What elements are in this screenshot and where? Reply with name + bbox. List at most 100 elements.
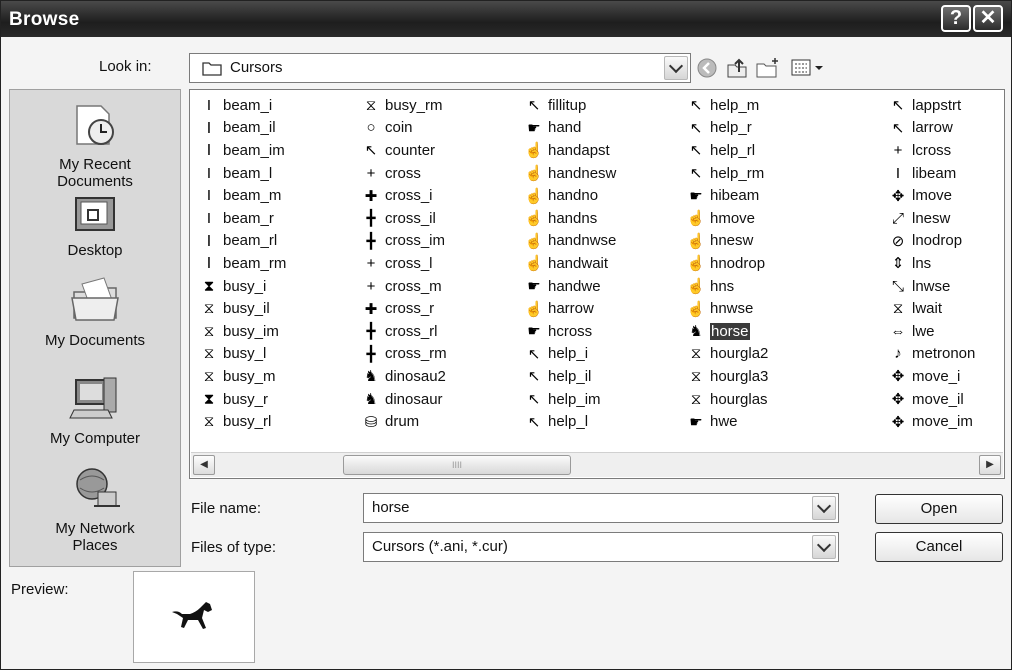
file-item-beam-l[interactable]: Ibeam_l bbox=[198, 162, 286, 185]
file-item-hnesw[interactable]: ☝ hnesw bbox=[685, 230, 768, 253]
file-item-help-l[interactable]: ↖ help_l bbox=[523, 410, 616, 433]
new-folder-icon[interactable] bbox=[755, 56, 781, 85]
file-item-larrow[interactable]: ↖ larrow bbox=[887, 117, 975, 140]
file-item-busy-i[interactable]: ⧗ busy_i bbox=[198, 275, 286, 298]
file-item-cross-r[interactable]: ✚ cross_r bbox=[360, 297, 447, 320]
open-button[interactable]: Open bbox=[875, 494, 1003, 524]
file-item-busy-l[interactable]: ⧖ busy_l bbox=[198, 343, 286, 366]
help-button[interactable]: ? bbox=[941, 5, 971, 32]
close-button[interactable]: ✕ bbox=[973, 5, 1003, 32]
chevron-down-icon[interactable] bbox=[812, 496, 836, 520]
file-item-beam-m[interactable]: Ibeam_m bbox=[198, 184, 286, 207]
scrollbar-thumb[interactable]: IIII bbox=[343, 455, 571, 475]
file-item-hourgla2[interactable]: ⧖ hourgla2 bbox=[685, 343, 769, 366]
file-item-beam-rm[interactable]: Ⅰbeam_rm bbox=[198, 252, 287, 275]
file-item-beam-rl[interactable]: Ⅰbeam_rl bbox=[198, 230, 286, 253]
file-item-handns[interactable]: ☝ handns bbox=[523, 207, 616, 230]
file-item-hourgla3[interactable]: ⧖ hourgla3 bbox=[685, 365, 769, 388]
file-item-help-im[interactable]: ↖ help_im bbox=[523, 388, 616, 411]
file-item-hmove[interactable]: ☝ hmove bbox=[685, 207, 768, 230]
file-item-cross-rm[interactable]: ╋ cross_rm bbox=[360, 343, 446, 366]
scroll-left-button[interactable]: ◀ bbox=[193, 455, 215, 475]
file-item-busy-rm[interactable]: ⧖ busy_rm bbox=[360, 94, 447, 117]
file-item-handwait[interactable]: ☝ handwait bbox=[523, 252, 616, 275]
up-folder-icon[interactable] bbox=[725, 56, 749, 85]
file-item-hcross[interactable]: ☛ hcross bbox=[523, 320, 616, 343]
file-item-metronon[interactable]: ♪ metronon bbox=[887, 343, 975, 366]
chevron-down-icon[interactable] bbox=[664, 56, 688, 80]
file-item-lappstrt[interactable]: ↖ lappstrt bbox=[887, 94, 975, 117]
file-item-beam-il[interactable]: Ⅰbeam_il bbox=[198, 117, 286, 140]
view-menu-icon[interactable] bbox=[791, 58, 825, 83]
file-item-help-rl[interactable]: ↖ help_rl bbox=[685, 139, 768, 162]
file-item-lwait[interactable]: ⧖ lwait bbox=[887, 297, 975, 320]
file-item-lnwse[interactable]: ⤡ lnwse bbox=[887, 275, 975, 298]
file-item-handno[interactable]: ☝ handno bbox=[523, 184, 616, 207]
place-my-documents[interactable]: My Documents bbox=[10, 274, 180, 349]
file-item-fillitup[interactable]: ↖ fillitup bbox=[523, 94, 616, 117]
file-item-harrow[interactable]: ☝ harrow bbox=[523, 297, 616, 320]
file-item-beam-r[interactable]: Ibeam_r bbox=[198, 207, 286, 230]
file-item-busy-im[interactable]: ⧖ busy_im bbox=[198, 320, 286, 343]
file-item-busy-m[interactable]: ⧖ busy_m bbox=[198, 365, 286, 388]
file-item-counter[interactable]: ↖ counter bbox=[360, 139, 447, 162]
place-recent-documents[interactable]: My Recent Documents bbox=[10, 102, 180, 190]
horizontal-scrollbar[interactable]: ◀ IIII ▶ bbox=[191, 452, 1003, 477]
file-item-help-rm[interactable]: ↖ help_rm bbox=[685, 162, 768, 185]
file-name-input[interactable]: horse bbox=[363, 493, 839, 523]
file-item-libeam[interactable]: Ilibeam bbox=[887, 162, 975, 185]
file-item-move-il[interactable]: ✥ move_il bbox=[887, 388, 975, 411]
file-item-lnesw[interactable]: ⤢ lnesw bbox=[887, 207, 975, 230]
file-item-cross-im[interactable]: ╋ cross_im bbox=[360, 230, 447, 253]
file-item-cross[interactable]: + cross bbox=[360, 162, 447, 185]
file-item-busy-rl[interactable]: ⧖ busy_rl bbox=[198, 410, 286, 433]
cancel-button[interactable]: Cancel bbox=[875, 532, 1003, 562]
file-item-help-r[interactable]: ↖ help_r bbox=[685, 117, 768, 140]
file-item-hourglas[interactable]: ⧖ hourglas bbox=[685, 388, 768, 411]
file-item-help-il[interactable]: ↖ help_il bbox=[523, 365, 616, 388]
file-item-cross-rl[interactable]: ╋ cross_rl bbox=[360, 320, 447, 343]
file-item-cross-il[interactable]: ╋ cross_il bbox=[360, 207, 447, 230]
place-my-computer[interactable]: My Computer bbox=[10, 374, 180, 447]
file-item-hand[interactable]: ☛ hand bbox=[523, 117, 616, 140]
file-list[interactable]: Ibeam_i Ⅰbeam_il Ⅰbeam_im Ibeam_l Ibeam_m Ibe… bbox=[189, 89, 1005, 479]
file-item-dinosaur[interactable]: ♞ dinosaur bbox=[360, 388, 447, 411]
chevron-down-icon[interactable] bbox=[812, 535, 836, 559]
file-item-hwe[interactable]: ☛ hwe bbox=[685, 410, 768, 433]
file-item-hibeam[interactable]: ☛ hibeam bbox=[685, 184, 768, 207]
file-item-help-i[interactable]: ↖ help_i bbox=[523, 343, 616, 366]
scroll-right-button[interactable]: ▶ bbox=[979, 455, 1001, 475]
place-network-places[interactable]: My Network Places bbox=[10, 466, 180, 554]
file-item-cross-i[interactable]: ✚ cross_i bbox=[360, 184, 447, 207]
file-item-handnesw[interactable]: ☝ handnesw bbox=[523, 162, 617, 185]
file-item-hnwse[interactable]: ☝ hnwse bbox=[685, 297, 768, 320]
file-item-lwe[interactable]: ⇔ lwe bbox=[887, 320, 975, 343]
place-desktop[interactable]: Desktop bbox=[10, 194, 180, 259]
file-item-lcross[interactable]: + lcross bbox=[887, 139, 975, 162]
file-item-horse[interactable]: ♞ horse bbox=[685, 320, 768, 343]
file-type-dropdown[interactable]: Cursors (*.ani, *.cur) bbox=[363, 532, 839, 562]
file-item-dinosau2[interactable]: ♞ dinosau2 bbox=[360, 365, 447, 388]
file-item-cross-m[interactable]: + cross_m bbox=[360, 275, 447, 298]
file-item-cross-l[interactable]: + cross_l bbox=[360, 252, 447, 275]
file-item-beam-i[interactable]: Ibeam_i bbox=[198, 94, 286, 117]
file-item-coin[interactable]: ○ coin bbox=[360, 117, 447, 140]
file-item-move-im[interactable]: ✥ move_im bbox=[887, 410, 975, 433]
file-item-drum[interactable]: ⛁ drum bbox=[360, 410, 447, 433]
look-in-dropdown[interactable]: Cursors bbox=[189, 53, 691, 83]
file-item-move-i[interactable]: ✥ move_i bbox=[887, 365, 975, 388]
file-item-help-m[interactable]: ↖ help_m bbox=[685, 94, 768, 117]
file-item-busy-il[interactable]: ⧖ busy_il bbox=[198, 297, 286, 320]
file-item-hnodrop[interactable]: ☝ hnodrop bbox=[685, 252, 768, 275]
file-item-lnodrop[interactable]: ⊘ lnodrop bbox=[887, 230, 975, 253]
file-item-lmove[interactable]: ✥ lmove bbox=[887, 184, 975, 207]
file-item-beam-im[interactable]: Ⅰbeam_im bbox=[198, 139, 286, 162]
file-item-handnwse[interactable]: ☝ handnwse bbox=[523, 230, 617, 253]
file-item-handapst[interactable]: ☝ handapst bbox=[523, 139, 616, 162]
back-icon[interactable] bbox=[696, 57, 718, 84]
title-bar[interactable]: Browse ? ✕ bbox=[1, 1, 1011, 37]
file-item-lns[interactable]: ⇕ lns bbox=[887, 252, 975, 275]
file-item-handwe[interactable]: ☛ handwe bbox=[523, 275, 616, 298]
file-item-hns[interactable]: ☝ hns bbox=[685, 275, 768, 298]
file-item-busy-r[interactable]: ⧗ busy_r bbox=[198, 388, 286, 411]
